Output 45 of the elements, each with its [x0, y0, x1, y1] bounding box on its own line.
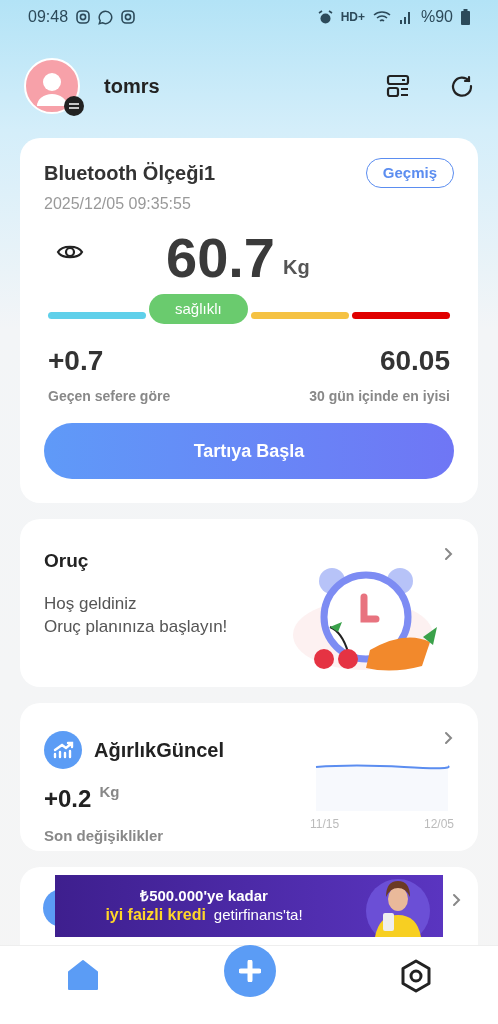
trend-title: AğırlıkGüncel	[94, 738, 225, 763]
trend-value: +0.2	[44, 784, 92, 814]
best-value: 60.05	[379, 344, 450, 378]
trend-up-icon	[44, 731, 82, 769]
trend-card[interactable]: AğırlıkGüncel +0.2 Kg Son değişiklikler 11/15 12/05	[20, 703, 478, 851]
weight-unit: Kg	[283, 255, 310, 280]
fasting-title: Oruç	[44, 549, 90, 573]
device-title: Bluetooth Ölçeği1	[44, 161, 217, 186]
ad-brand: getirfinans'ta!	[213, 906, 303, 925]
refresh-icon[interactable]	[450, 74, 474, 98]
best-label: 30 gün içinde en iyisi	[309, 387, 450, 406]
chat-app-icon	[98, 9, 114, 25]
camera-app-icon	[76, 10, 91, 24]
wifi-icon	[372, 10, 391, 24]
username: tomrs	[104, 74, 161, 99]
add-button[interactable]	[224, 945, 276, 997]
ad-subline: iyi faizli kredi	[105, 905, 206, 926]
axis-label: 12/05	[423, 816, 454, 833]
chevron-right-icon	[444, 547, 454, 561]
timestamp: 2025/12/05 09:35:55	[44, 194, 192, 214]
plus-icon	[239, 960, 261, 982]
chevron-right-icon	[444, 731, 454, 745]
ad-banner[interactable]: ₺500.000'ye kadar iyi faizli kredi getirfinans'ta!	[55, 875, 443, 937]
battery-icon	[461, 9, 470, 25]
switch-icon[interactable]	[64, 96, 84, 116]
fasting-text: Oruç planınıza başlayın!	[44, 615, 229, 638]
ad-headline: ₺500.000'ye kadar	[140, 886, 268, 906]
change-value: +0.7	[48, 344, 105, 378]
camera-app-icon	[121, 10, 136, 24]
axis-label: 11/15	[310, 816, 340, 833]
trend-label: Son değişiklikler	[44, 826, 165, 846]
change-label: Geçen sefere göre	[48, 387, 171, 406]
battery-percent: %90	[420, 7, 453, 27]
alarm-icon	[317, 9, 333, 25]
avatar[interactable]	[24, 58, 80, 114]
chevron-right-icon	[452, 893, 462, 907]
range-badge: sağlıklı	[149, 294, 248, 324]
trend-unit: Kg	[99, 782, 120, 802]
signal-icon	[398, 10, 413, 24]
layout-icon[interactable]	[386, 74, 410, 98]
fasting-card[interactable]: Oruç Hoş geldiniz Oruç planınıza başlayın!	[20, 519, 478, 687]
fasting-text: Hoş geldiniz	[44, 592, 138, 615]
network-label: HD+	[340, 9, 365, 26]
status-time: 09:48	[28, 7, 69, 27]
weight-value: 60.7	[166, 230, 275, 286]
